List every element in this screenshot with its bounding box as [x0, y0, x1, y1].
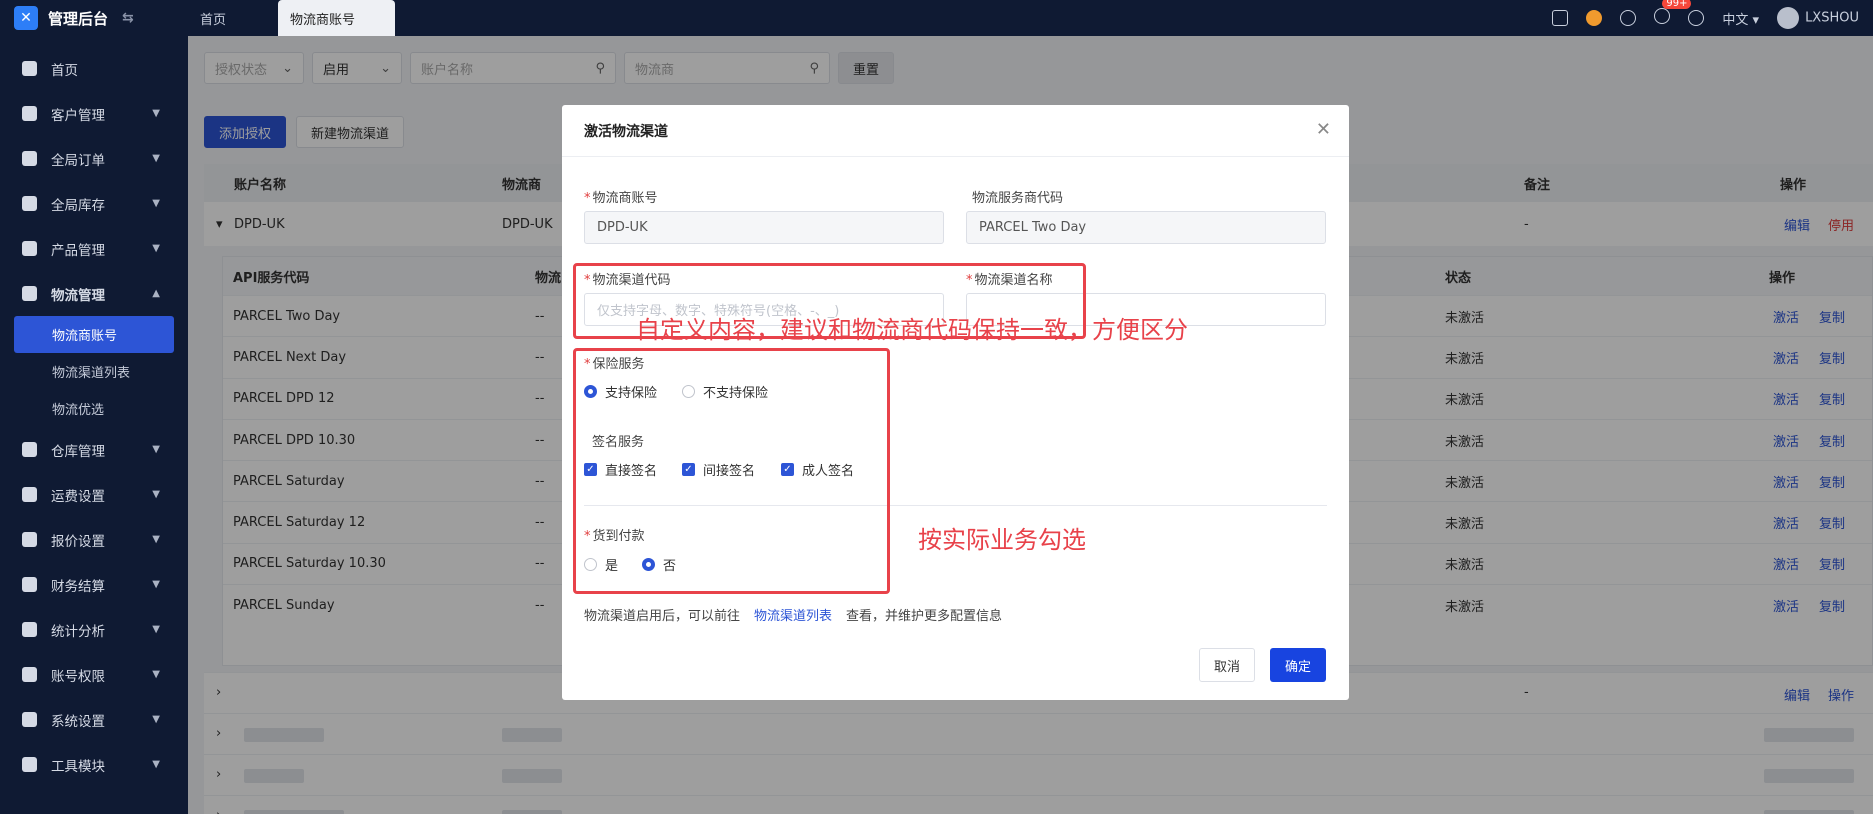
home-icon: [22, 61, 37, 76]
sidebar: 首页 客户管理 ▼ 全局订单 ▼ 全局库存 ▼ 产品管理 ▼ 物流管理 ▲ 物流商账号 物…: [0, 36, 188, 814]
logo-icon: ✕: [14, 6, 38, 30]
coin-icon: [22, 577, 37, 592]
sidebar-item-warehouse[interactable]: 仓库管理 ▼: [0, 427, 188, 472]
settings-icon: [22, 712, 37, 727]
sidebar-item-label: 统计分析: [51, 623, 105, 640]
chevron-down-icon: ▼: [152, 759, 160, 770]
annotation-box-services: [573, 348, 890, 594]
note-prefix: 物流渠道启用后，可以前往: [584, 609, 741, 624]
sidebar-item-label: 账号权限: [51, 668, 105, 685]
sidebar-item-label: 客户管理: [51, 107, 105, 124]
sidebar-item-label: 物流管理: [51, 287, 105, 304]
chevron-down-icon: ▼: [152, 108, 160, 119]
service-code-value: PARCEL Two Day: [979, 220, 1087, 235]
close-icon[interactable]: ✕: [1316, 119, 1331, 140]
service-code-field[interactable]: PARCEL Two Day: [966, 211, 1326, 244]
wrench-icon: [22, 757, 37, 772]
orders-icon: [22, 151, 37, 166]
bell-icon: [1654, 8, 1671, 24]
help-icon[interactable]: [1688, 10, 1705, 26]
annotation-text-channel: 自定义内容，建议和物流商代码保持一致，方便区分: [636, 316, 1188, 344]
carrier-account-field[interactable]: DPD-UK: [584, 211, 944, 244]
avatar: [1777, 7, 1800, 29]
chevron-down-icon: ▼: [152, 714, 160, 725]
sidebar-item-label: 工具模块: [51, 758, 105, 775]
sidebar-item-label: 产品管理: [51, 242, 105, 259]
sidebar-item-quotes[interactable]: 报价设置 ▼: [0, 517, 188, 562]
sidebar-item-system[interactable]: 系统设置 ▼: [0, 697, 188, 742]
users-icon: [22, 106, 37, 121]
carrier-account-label: * 物流商账号: [584, 191, 658, 206]
tab-carrier-accounts[interactable]: 物流商账号: [278, 0, 396, 36]
chevron-down-icon: ▼: [152, 624, 160, 635]
collapse-menu-icon[interactable]: ⇆: [122, 10, 134, 26]
chart-icon: [22, 622, 37, 637]
sidebar-item-home[interactable]: 首页: [0, 46, 188, 91]
sidebar-item-stats[interactable]: 统计分析 ▼: [0, 607, 188, 652]
app-title: 管理后台: [48, 9, 109, 28]
org-icon: [22, 667, 37, 682]
sidebar-subitem-carrier-accounts[interactable]: 物流商账号: [14, 316, 174, 353]
sidebar-item-inventory[interactable]: 全局库存 ▼: [0, 181, 188, 226]
service-code-label: 物流服务商代码: [972, 191, 1064, 206]
sidebar-item-label: 首页: [51, 62, 78, 79]
sidebar-item-label: 全局订单: [51, 152, 105, 169]
chevron-down-icon: ▼: [152, 243, 160, 254]
gear-icon: [22, 487, 37, 502]
sidebar-item-label: 系统设置: [51, 713, 105, 730]
sidebar-item-label: 运费设置: [51, 488, 105, 505]
chevron-down-icon: ▼: [152, 198, 160, 209]
robot-icon[interactable]: [1586, 10, 1603, 26]
user-menu[interactable]: LXSHOU: [1777, 7, 1859, 29]
username: LXSHOU: [1805, 10, 1859, 26]
sidebar-item-accounts[interactable]: 账号权限 ▼: [0, 652, 188, 697]
sidebar-subitem-channel-list[interactable]: 物流渠道列表: [0, 353, 188, 390]
notification-badge: 99+: [1662, 0, 1692, 9]
app-logo[interactable]: ✕ 管理后台 ⇆: [0, 0, 188, 36]
cancel-button[interactable]: 取消: [1199, 648, 1255, 682]
language-label: 中文: [1722, 12, 1749, 28]
note-suffix: 查看，并维护更多配置信息: [846, 609, 1003, 624]
channel-list-link[interactable]: 物流渠道列表: [754, 605, 832, 624]
truck-icon: [22, 286, 37, 301]
notification-bell[interactable]: 99+: [1654, 0, 1692, 28]
chevron-down-icon: ▼: [152, 669, 160, 680]
dialog-title: 激活物流渠道: [562, 105, 1349, 157]
language-select[interactable]: 中文 ▾: [1722, 9, 1759, 28]
sidebar-item-freight[interactable]: 运费设置 ▼: [0, 472, 188, 517]
info-note: 物流渠道启用后，可以前往 物流渠道列表 查看，并维护更多配置信息: [584, 605, 1002, 624]
chevron-down-icon: ▼: [152, 534, 160, 545]
chevron-down-icon: ▼: [152, 444, 160, 455]
chevron-down-icon: ▼: [152, 579, 160, 590]
carrier-account-value: DPD-UK: [597, 220, 648, 235]
chevron-down-icon: ▼: [152, 489, 160, 500]
bag-icon: [22, 241, 37, 256]
message-icon[interactable]: [1552, 10, 1569, 26]
top-bar: ✕ 管理后台 ⇆ 首页 物流商账号 99+ 中文 ▾ LXSHOU: [0, 0, 1873, 36]
sidebar-item-label: 报价设置: [51, 533, 105, 550]
warehouse-icon: [22, 196, 37, 211]
sidebar-item-label: 全局库存: [51, 197, 105, 214]
sidebar-item-customers[interactable]: 客户管理 ▼: [0, 91, 188, 136]
sidebar-item-finance[interactable]: 财务结算 ▼: [0, 562, 188, 607]
sidebar-subitem-preferred[interactable]: 物流优选: [0, 390, 188, 427]
confirm-button[interactable]: 确定: [1270, 648, 1326, 682]
warehouse-icon: [22, 442, 37, 457]
annotation-text-services: 按实际业务勾选: [918, 526, 1086, 554]
sidebar-item-products[interactable]: 产品管理 ▼: [0, 226, 188, 271]
sidebar-item-label: 仓库管理: [51, 443, 105, 460]
chevron-down-icon: ▼: [152, 153, 160, 164]
download-icon[interactable]: [1620, 10, 1637, 26]
tab-home[interactable]: 首页: [188, 0, 238, 36]
sidebar-item-label: 财务结算: [51, 578, 105, 595]
sidebar-item-orders[interactable]: 全局订单 ▼: [0, 136, 188, 181]
sidebar-item-logistics[interactable]: 物流管理 ▲: [0, 271, 188, 316]
document-icon: [22, 532, 37, 547]
chevron-up-icon: ▲: [152, 288, 160, 299]
sidebar-item-tools[interactable]: 工具模块 ▼: [0, 742, 188, 787]
